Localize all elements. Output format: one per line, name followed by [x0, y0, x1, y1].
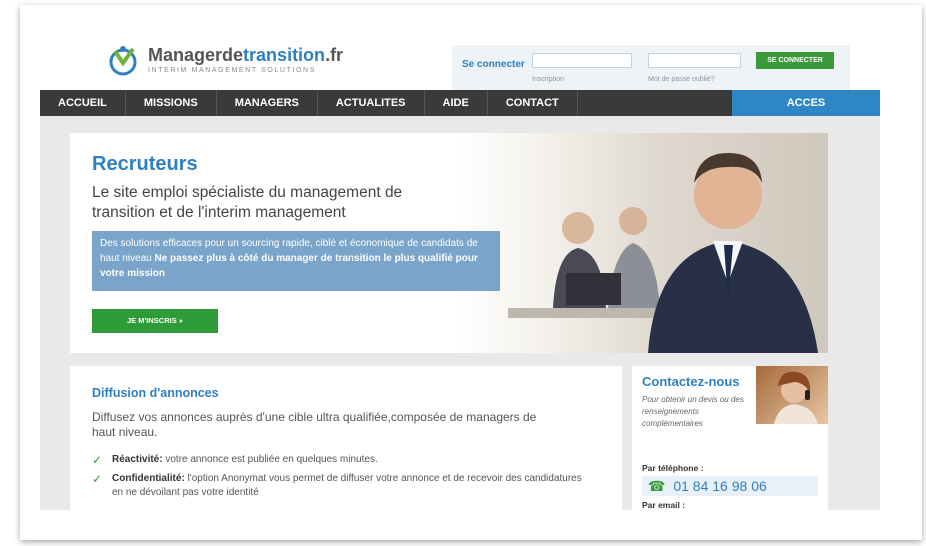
site-logo[interactable]: Managerdetransition.fr INTERIM MANAGEMEN… [106, 43, 343, 77]
hero-box-bold: Ne passez plus à côté du manager de tran… [100, 253, 478, 279]
signup-button[interactable]: JE M'INSCRIS » [92, 309, 218, 333]
hero-subtitle: Le site emploi spécialiste du management… [92, 184, 403, 221]
header: Managerdetransition.fr INTERIM MANAGEMEN… [20, 5, 922, 97]
feature-item-reactivite: ✓ Réactivité: votre annonce est publiée … [92, 453, 582, 467]
nav-recruiters[interactable]: ACCES RECRUTEURS [732, 90, 880, 135]
contact-agent-image [756, 366, 828, 424]
login-panel: Se connecter Inscription Mot de passe ou… [452, 45, 850, 91]
diffusion-title: Diffusion d'annonces [92, 386, 219, 400]
logo-tagline: INTERIM MANAGEMENT SOLUTIONS [148, 67, 316, 74]
nav-aide[interactable]: AIDE [425, 90, 488, 116]
hero-image [458, 133, 828, 353]
check-icon: ✓ [92, 453, 103, 467]
contact-box: Contactez-nous Pour obtenir un devis ou … [632, 366, 828, 510]
check-icon: ✓ [92, 472, 103, 486]
phone-number-text: 01 84 16 98 06 [673, 478, 767, 494]
phone-agent-illustration [774, 371, 818, 424]
feature-title: Réactivité: [112, 454, 163, 465]
email-label: Par email : [642, 500, 685, 510]
feature-title: Confidentialité: [112, 473, 185, 484]
hero-banner: Recruteurs Le site emploi spécialiste du… [70, 133, 828, 353]
feature-item-confidentialite: ✓ Confidentialité: l'option Anonymat vou… [92, 472, 582, 500]
nav-missions[interactable]: MISSIONS [126, 90, 217, 116]
forgot-password-link[interactable]: Mot de passe oublié? [648, 76, 715, 83]
diffusion-text: Diffusez vos annonces auprès d'une cible… [92, 410, 537, 439]
phone-icon: ☎ [648, 478, 666, 494]
logo-icon [109, 46, 137, 76]
main-nav: ACCUEIL MISSIONS MANAGERS ACTUALITES AID… [40, 90, 880, 135]
feature-text: votre annonce est publiée en quelques mi… [165, 454, 378, 465]
nav-accueil[interactable]: ACCUEIL [40, 90, 126, 116]
login-label: Se connecter [462, 59, 525, 70]
nav-contact[interactable]: CONTACT [488, 90, 578, 116]
nav-actualites[interactable]: ACTUALITES [318, 90, 425, 116]
business-people-illustration [508, 153, 818, 353]
nav-managers[interactable]: MANAGERS [217, 90, 318, 116]
phone-label: Par téléphone : [642, 463, 704, 473]
contact-subtitle: Pour obtenir un devis ou des renseigneme… [642, 395, 744, 428]
contact-title: Contactez-nous [642, 374, 740, 389]
password-input[interactable] [648, 53, 741, 68]
logo-name: Managerdetransition.fr [148, 45, 344, 65]
hero-info-box: Des solutions efficaces pour un sourcing… [92, 231, 500, 291]
hero-title: Recruteurs [92, 153, 198, 175]
phone-number[interactable]: ☎ 01 84 16 98 06 [642, 476, 818, 496]
diffusion-section: Diffusion d'annonces Diffusez vos annonc… [70, 366, 622, 510]
signup-link[interactable]: Inscription [532, 76, 564, 83]
connect-button[interactable]: SE CONNECTER [756, 52, 834, 69]
username-input[interactable] [532, 53, 632, 68]
